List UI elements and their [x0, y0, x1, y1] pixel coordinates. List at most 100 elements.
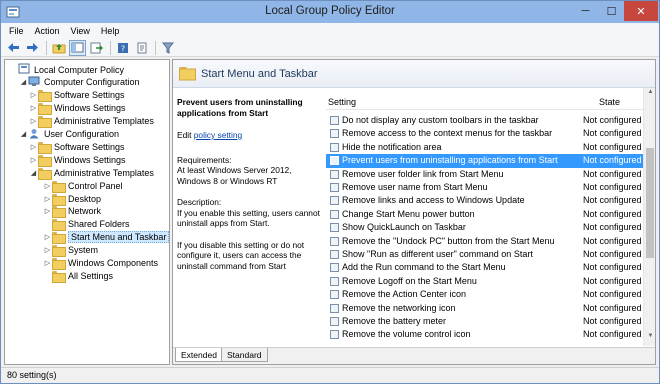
tree-item-label: Windows Settings [54, 154, 126, 165]
navigation-tree[interactable]: Local Computer Policy ◢ Computer Configura… [4, 59, 170, 365]
setting-name: Change Start Menu power button [342, 208, 475, 219]
requirements-text: At least Windows Server 2012, Windows 8 … [177, 165, 292, 186]
folder-icon [52, 180, 66, 193]
setting-icon [330, 223, 339, 233]
vertical-scrollbar[interactable]: ▲ ▼ [643, 88, 655, 346]
setting-icon [330, 263, 339, 273]
expand-arrow-icon[interactable]: ▷ [29, 143, 38, 151]
setting-row[interactable]: Change Start Menu power button Not config… [326, 208, 655, 221]
expand-arrow-icon[interactable]: ▷ [29, 104, 38, 112]
collapse-arrow-icon[interactable]: ◢ [29, 169, 38, 177]
tree-item[interactable]: ◢ Administrative Templates [29, 166, 154, 180]
expand-arrow-icon[interactable]: ▷ [29, 156, 38, 164]
scroll-down-arrow-icon[interactable]: ▼ [644, 333, 655, 345]
setting-name: Add the Run command to the Start Menu [342, 262, 506, 273]
edit-policy-link[interactable]: policy setting [194, 130, 242, 140]
setting-row[interactable]: Hide the notification area Not configured [326, 141, 655, 154]
maximize-button[interactable]: ☐ [599, 1, 624, 21]
setting-row[interactable]: Remove the Action Center icon Not configu… [326, 288, 655, 301]
minimize-button[interactable]: ─ [572, 1, 599, 21]
expand-arrow-icon[interactable]: ▷ [29, 117, 38, 125]
setting-row[interactable]: Remove the networking icon Not configured [326, 302, 655, 315]
folder-icon [52, 258, 66, 270]
properties-button[interactable] [133, 40, 150, 56]
expand-arrow-icon[interactable]: ▷ [43, 246, 52, 254]
menu-file[interactable]: File [9, 26, 24, 36]
setting-row[interactable]: Remove the battery meter Not configured [326, 315, 655, 328]
scroll-thumb[interactable] [646, 148, 654, 258]
tree-item[interactable]: All Settings [43, 269, 114, 283]
tree-item[interactable]: Local Computer Policy [9, 63, 124, 76]
expand-arrow-icon[interactable]: ▷ [43, 233, 52, 241]
setting-state: Not configured [583, 141, 642, 152]
collapse-arrow-icon[interactable]: ◢ [19, 78, 28, 86]
setting-row[interactable]: Remove the volume control icon Not config… [326, 328, 655, 341]
setting-row[interactable]: Remove access to the context menus for t… [326, 127, 655, 140]
setting-icon [330, 303, 339, 313]
tree-item-label: All Settings [68, 270, 114, 281]
tree-item[interactable]: ◢ Computer Configuration [19, 76, 140, 89]
close-button[interactable]: ✕ [624, 1, 658, 21]
tree-item[interactable]: ▷ Windows Components [43, 257, 158, 270]
menu-help[interactable]: Help [101, 26, 120, 36]
tree-item[interactable]: ▷ Desktop [43, 192, 101, 206]
folder-icon [52, 270, 66, 283]
setting-row[interactable]: Remove links and access to Windows Updat… [326, 194, 655, 207]
tree-item[interactable]: ▷ Windows Settings [29, 153, 126, 167]
setting-state: Not configured [583, 262, 642, 273]
filter-button[interactable] [159, 40, 176, 56]
tree-item[interactable]: ▷ Network [43, 205, 101, 219]
tree-item[interactable]: ▷ Windows Settings [29, 102, 126, 116]
up-button[interactable] [50, 40, 67, 56]
tree-item[interactable]: ▷ Administrative Templates [29, 115, 154, 129]
setting-icon [330, 250, 339, 259]
expand-arrow-icon[interactable]: ▷ [43, 259, 52, 267]
scroll-up-arrow-icon[interactable]: ▲ [644, 89, 655, 101]
export-list-button[interactable] [88, 40, 105, 56]
forward-icon [27, 43, 38, 52]
setting-row[interactable]: Do not display any custom toolbars in th… [326, 114, 655, 127]
forward-button[interactable] [24, 40, 41, 56]
expand-arrow-icon[interactable]: ▷ [43, 195, 52, 203]
tree-item[interactable]: ▷ System [43, 244, 98, 258]
setting-name: Remove user name from Start Menu [342, 182, 488, 192]
column-header-setting[interactable]: Setting [328, 97, 356, 107]
setting-state: Not configured [583, 329, 642, 340]
setting-icon [330, 330, 339, 340]
column-header-state[interactable]: State [599, 97, 620, 107]
setting-row[interactable]: Remove user folder link from Start Menu N… [326, 168, 655, 181]
show-hide-tree-button[interactable] [69, 39, 86, 56]
setting-row[interactable]: Prevent users from uninstalling applicat… [326, 154, 655, 168]
collapse-arrow-icon[interactable]: ◢ [19, 130, 28, 138]
tree-item[interactable]: ▷ Software Settings [29, 89, 125, 103]
setting-row[interactable]: Show "Run as different user" command on … [326, 248, 655, 261]
tree-item[interactable]: ▷ Start Menu and Taskbar [43, 231, 169, 245]
back-button[interactable] [5, 40, 22, 56]
title-bar[interactable]: Local Group Policy Editor ─ ☐ ✕ [1, 1, 659, 23]
help-button[interactable]: ? [114, 40, 131, 56]
expand-arrow-icon[interactable]: ▷ [43, 182, 52, 190]
expand-arrow-icon[interactable]: ▷ [43, 207, 52, 215]
tree-item[interactable]: Shared Folders [43, 218, 130, 232]
status-bar: 80 setting(s) [1, 367, 659, 383]
tab-extended[interactable]: Extended [175, 348, 223, 362]
setting-name: Remove the networking icon [342, 302, 456, 313]
menu-action[interactable]: Action [35, 26, 60, 36]
tab-standard[interactable]: Standard [221, 348, 268, 362]
settings-list[interactable]: Setting State Do not display any custom … [326, 88, 655, 346]
tree-item[interactable]: ▷ Control Panel [43, 179, 123, 193]
tree-item-label: User Configuration [44, 129, 120, 139]
window-title: Local Group Policy Editor [265, 5, 395, 17]
description-label: Description: [177, 197, 222, 207]
setting-row[interactable]: Remove the "Undock PC" button from the S… [326, 235, 655, 248]
setting-row[interactable]: Add the Run command to the Start Menu Not… [326, 261, 655, 274]
setting-row[interactable]: Remove user name from Start Menu Not conf… [326, 181, 655, 194]
setting-name: Show QuickLaunch on Taskbar [342, 222, 466, 233]
menu-view[interactable]: View [71, 26, 90, 36]
expand-arrow-icon[interactable]: ▷ [29, 91, 38, 99]
tree-item[interactable]: ▷ Software Settings [29, 140, 125, 154]
setting-row[interactable]: Remove Logoff on the Start Menu Not confi… [326, 275, 655, 288]
folder-icon [52, 193, 66, 206]
setting-row[interactable]: Show QuickLaunch on Taskbar Not configure… [326, 221, 655, 234]
tree-item[interactable]: ◢ User Configuration [19, 128, 119, 141]
